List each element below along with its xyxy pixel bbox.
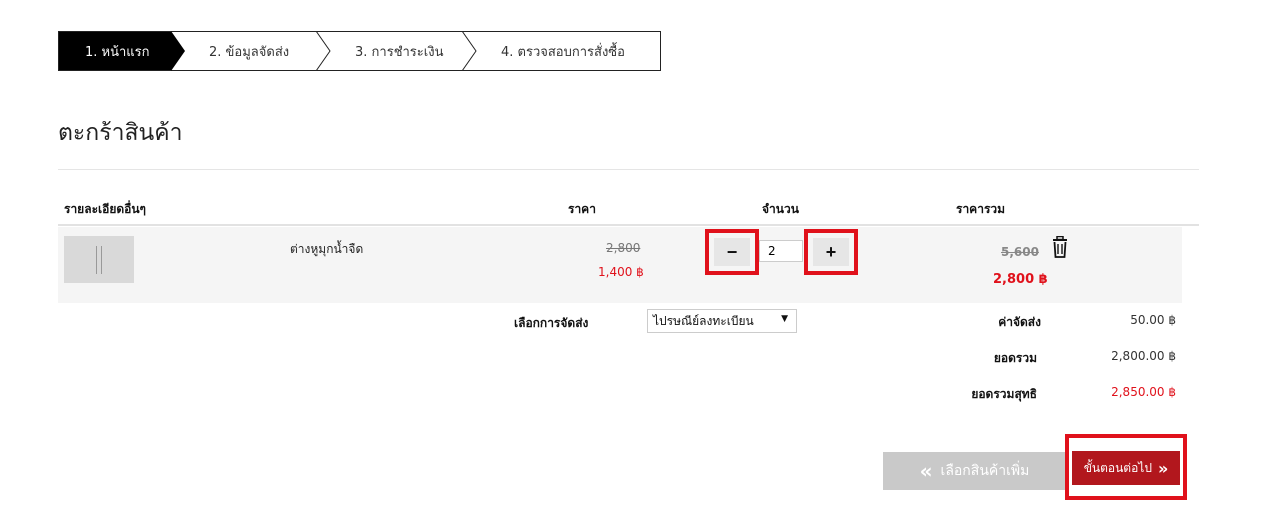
next-step-button[interactable]: ขั้นตอนต่อไป » (1072, 451, 1180, 485)
shipping-method-value: ไปรษณีย์ลงทะเบียน (653, 313, 754, 328)
step-arrow (461, 31, 477, 71)
next-button-highlight: ขั้นตอนต่อไป » (1065, 434, 1187, 500)
step-arrow (171, 31, 185, 71)
minus-highlight: − (705, 229, 759, 275)
original-price: 2,800 (606, 241, 641, 255)
double-chevron-left-icon: « (919, 459, 933, 483)
original-total: 5,600 (1001, 245, 1039, 259)
shipping-method-select[interactable]: ไปรษณีย์ลงทะเบียน ▼ (647, 309, 797, 333)
step-shipping-info[interactable]: 2. ข้อมูลจัดส่ง (171, 31, 331, 71)
trash-icon[interactable] (1050, 236, 1070, 258)
product-thumbnail[interactable] (64, 236, 134, 283)
continue-shopping-label: เลือกสินค้าเพิ่ม (940, 463, 1030, 479)
step-arrow (315, 31, 331, 71)
table-row: ต่างหูมุกน้ำจืด 2,800 1,400 ฿ (58, 227, 1182, 303)
item-total: 2,800 ฿ (993, 272, 1048, 287)
subtotal-label: ยอดรวม (993, 351, 1037, 365)
sale-price: 1,400 ฿ (598, 265, 644, 279)
net-total-value: 2,850.00 ฿ (1111, 385, 1176, 399)
step-label: 2. ข้อมูลจัดส่ง (209, 44, 290, 60)
step-payment[interactable]: 3. การชำระเงิน (317, 31, 477, 71)
step-review-order[interactable]: 4. ตรวจสอบการสั่งซื้อ (463, 32, 660, 70)
quantity-decrease-button[interactable]: − (714, 238, 750, 266)
net-total-label: ยอดรวมสุทธิ (971, 387, 1037, 401)
divider (58, 169, 1199, 170)
header-total: ราคารวม (956, 202, 1006, 216)
shipping-fee-label: ค่าจัดส่ง (998, 315, 1041, 329)
header-details: รายละเอียดอื่นๆ (64, 202, 147, 216)
dropdown-arrow-icon: ▼ (781, 314, 788, 324)
shipping-fee-value: 50.00 ฿ (1130, 313, 1176, 327)
cart-table-header: รายละเอียดอื่นๆ ราคา จำนวน ราคารวม (58, 190, 1199, 226)
double-chevron-right-icon: » (1157, 458, 1169, 478)
plus-highlight: + (804, 229, 858, 275)
continue-shopping-button[interactable]: « เลือกสินค้าเพิ่ม (883, 452, 1066, 490)
quantity-input[interactable] (759, 240, 803, 262)
subtotal-value: 2,800.00 ฿ (1111, 349, 1176, 363)
step-home[interactable]: 1. หน้าแรก (59, 31, 185, 71)
page-title: ตะกร้าสินค้า (58, 120, 183, 146)
step-label: 1. หน้าแรก (85, 44, 150, 60)
checkout-steps: 1. หน้าแรก 2. ข้อมูลจัดส่ง 3. การชำระเงิ… (58, 31, 661, 71)
step-label: 4. ตรวจสอบการสั่งซื้อ (501, 44, 625, 60)
next-step-label: ขั้นตอนต่อไป (1083, 460, 1152, 475)
header-quantity: จำนวน (762, 202, 799, 216)
header-price: ราคา (568, 202, 596, 216)
step-label: 3. การชำระเงิน (355, 44, 444, 60)
product-name[interactable]: ต่างหูมุกน้ำจืด (290, 240, 363, 259)
shipping-method-label: เลือกการจัดส่ง (514, 316, 589, 330)
quantity-increase-button[interactable]: + (813, 238, 849, 266)
